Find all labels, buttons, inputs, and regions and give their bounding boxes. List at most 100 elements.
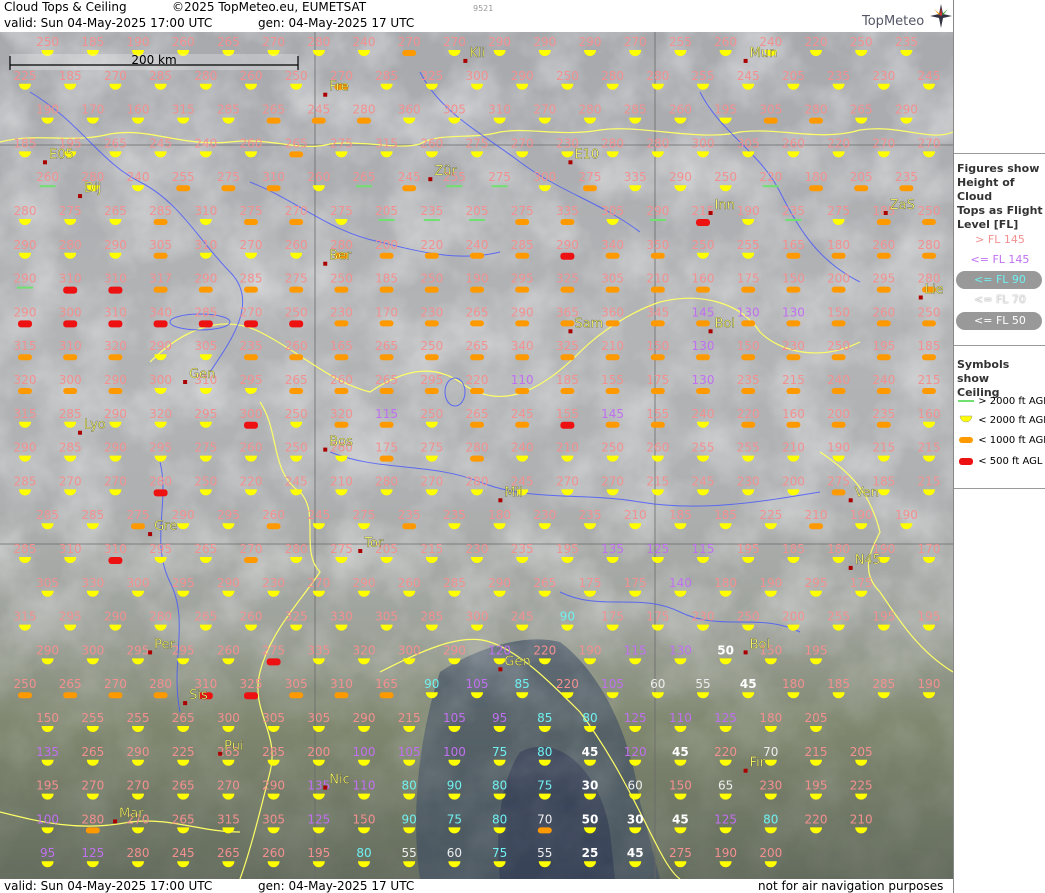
cloud-top-value: 260 bbox=[240, 610, 263, 624]
cloud-top-value: 325 bbox=[285, 610, 308, 624]
cloud-top-value: 160 bbox=[918, 407, 941, 421]
cloud-top-value: 280 bbox=[353, 103, 376, 117]
cloud-top-value: 280 bbox=[149, 677, 172, 691]
cloud-top-value: 285 bbox=[262, 745, 285, 759]
city-label: N45 bbox=[855, 553, 881, 568]
cloud-top-value: 215 bbox=[918, 441, 941, 455]
cloud-top-value: 180 bbox=[827, 238, 850, 252]
cloud-top-value: 270 bbox=[511, 136, 534, 150]
cloud-top-value: 245 bbox=[285, 474, 308, 488]
ceiling-symbol bbox=[176, 185, 191, 192]
ceiling-symbol bbox=[605, 252, 620, 259]
cloud-top-value: 255 bbox=[172, 170, 195, 184]
ceiling-symbol bbox=[560, 252, 575, 260]
cloud-top-value: 245 bbox=[307, 508, 330, 522]
cloud-top-value: 265 bbox=[104, 204, 127, 218]
cloud-top-value: 210 bbox=[646, 272, 669, 286]
cloud-top-value: 280 bbox=[14, 204, 37, 218]
cloud-top-value: 240 bbox=[872, 373, 895, 387]
map-canvas[interactable]: 250 185 190 260 265 270 280 240 270 270 290 290 290 2… bbox=[0, 32, 953, 879]
cloud-top-value: 275 bbox=[669, 846, 692, 860]
cloud-top-value: 310 bbox=[104, 305, 127, 319]
cloud-top-value: 290 bbox=[488, 35, 511, 49]
city-label: Fre bbox=[329, 80, 349, 95]
city-marker bbox=[498, 498, 503, 503]
cloud-top-value: 300 bbox=[59, 305, 82, 319]
header-bar: Cloud Tops & Ceiling ©2025 TopMeteo.eu, … bbox=[0, 0, 953, 32]
ceiling-symbol bbox=[244, 557, 258, 563]
cloud-top-value: 265 bbox=[353, 170, 376, 184]
cloud-top-value: 305 bbox=[375, 610, 398, 624]
city-label: Gen bbox=[189, 367, 215, 382]
cloud-top-value: 85 bbox=[515, 677, 530, 691]
map-area[interactable]: 250 185 190 260 265 270 280 240 270 270 290 290 290 2… bbox=[0, 32, 953, 879]
ceiling-symbol bbox=[357, 117, 371, 124]
cloud-top-value: 295 bbox=[127, 643, 150, 657]
legend-figures-title: Figures show Height of Cloud Tops as Fli… bbox=[957, 162, 1045, 232]
topmeteo-logo: TopMeteo bbox=[862, 14, 925, 29]
cloud-top-value: 220 bbox=[714, 745, 737, 759]
cloud-top-value: 185 bbox=[59, 69, 82, 83]
cloud-top-value: 175 bbox=[646, 610, 669, 624]
cloud-top-value: 230 bbox=[330, 305, 353, 319]
cloud-top-value: 330 bbox=[330, 610, 353, 624]
cloud-top-value: 95 bbox=[492, 711, 507, 725]
compass-star-icon bbox=[930, 4, 952, 28]
cloud-top-value: 250 bbox=[285, 305, 308, 319]
cloud-top-value: 175 bbox=[624, 576, 647, 590]
cloud-top-value: 135 bbox=[601, 542, 624, 556]
cloud-top-value: 275 bbox=[285, 272, 308, 286]
ceiling-symbol bbox=[334, 421, 349, 428]
cloud-top-value: 255 bbox=[127, 711, 150, 725]
ceiling-symbol bbox=[379, 692, 394, 699]
cloud-top-value: 335 bbox=[624, 170, 647, 184]
cloud-top-value: 290 bbox=[14, 238, 37, 252]
city-marker bbox=[78, 194, 83, 199]
cloud-top-value: 205 bbox=[850, 170, 873, 184]
cloud-top-value: 85 bbox=[537, 711, 552, 725]
cloud-top-value: 170 bbox=[375, 305, 398, 319]
cloud-top-value: 300 bbox=[466, 610, 489, 624]
cloud-top-value: 295 bbox=[172, 576, 195, 590]
ceiling-symbol bbox=[922, 320, 936, 327]
cloud-top-value: 325 bbox=[556, 272, 579, 286]
ceiling-symbol bbox=[153, 692, 168, 699]
ceiling-symbol bbox=[379, 286, 394, 293]
cloud-top-value: 75 bbox=[492, 846, 507, 860]
cloud-top-value: 320 bbox=[330, 407, 353, 421]
cloud-top-value: 200 bbox=[827, 272, 850, 286]
ceiling-symbol bbox=[741, 286, 756, 293]
legend-figures-line: Tops as Flight bbox=[957, 204, 1043, 217]
ceiling-symbol bbox=[379, 421, 394, 428]
cloud-top-value: 295 bbox=[172, 643, 195, 657]
cloud-top-value: 280 bbox=[466, 441, 489, 455]
cloud-top-value: 75 bbox=[537, 779, 552, 793]
cloud-top-value: 250 bbox=[918, 305, 941, 319]
cloud-top-value: 315 bbox=[14, 610, 37, 624]
cloud-top-value: 295 bbox=[59, 610, 82, 624]
cloud-top-value: 155 bbox=[556, 407, 579, 421]
ceiling-symbol bbox=[289, 219, 304, 225]
cloud-top-value: 280 bbox=[601, 69, 624, 83]
cloud-top-value: 265 bbox=[466, 407, 489, 421]
city-label: Lyo bbox=[84, 418, 106, 433]
cloud-top-value: 225 bbox=[14, 69, 37, 83]
ceiling-symbol bbox=[266, 523, 281, 530]
city-marker bbox=[183, 380, 188, 384]
cloud-top-value: 270 bbox=[601, 474, 624, 488]
ceiling-symbol bbox=[515, 252, 530, 259]
cloud-top-value: 340 bbox=[149, 305, 172, 319]
cloud-top-value: 250 bbox=[285, 407, 308, 421]
cloud-top-value: 220 bbox=[805, 35, 828, 49]
city-label: Sam bbox=[574, 316, 603, 331]
cloud-top-value: 185 bbox=[714, 508, 737, 522]
cloud-top-value: 290 bbox=[579, 35, 602, 49]
cloud-top-value: 170 bbox=[81, 103, 104, 117]
cloud-top-value: 230 bbox=[533, 508, 556, 522]
legend-ceiling-label: < 1000 ft AGL bbox=[978, 435, 1045, 446]
cloud-top-value: 190 bbox=[827, 441, 850, 455]
cloud-top-value: 290 bbox=[104, 238, 127, 252]
ceiling-symbol bbox=[876, 219, 891, 225]
city-marker bbox=[568, 160, 573, 165]
cloud-top-value: 317 bbox=[149, 272, 172, 286]
